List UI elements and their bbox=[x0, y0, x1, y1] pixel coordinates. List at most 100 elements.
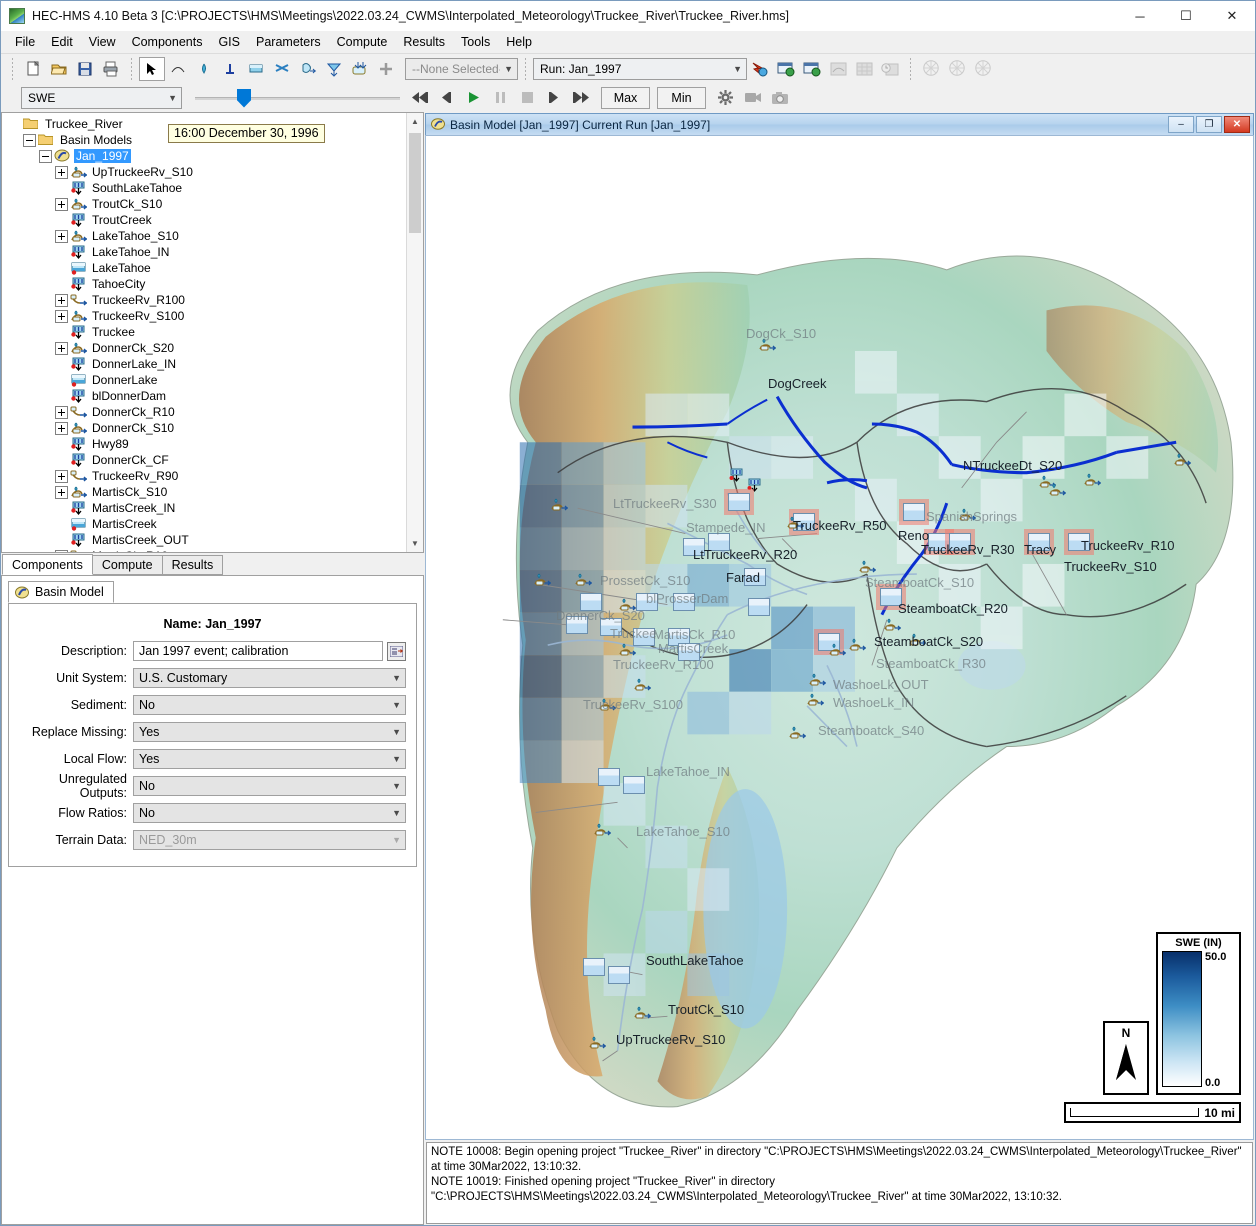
map-subbasin-icon[interactable] bbox=[533, 573, 552, 590]
sink-icon[interactable] bbox=[321, 57, 347, 81]
map-subbasin-icon[interactable] bbox=[618, 643, 637, 660]
tree-item-truckee[interactable]: Truckee bbox=[6, 324, 406, 340]
map-subbasin-icon[interactable] bbox=[574, 573, 593, 590]
collapse-toggle-icon[interactable] bbox=[23, 133, 36, 147]
tree-item-martiscreek-in[interactable]: MartisCreek_IN bbox=[6, 500, 406, 516]
run-select-combo[interactable]: Run: Jan_1997 ▼ bbox=[533, 57, 747, 80]
field-select-local-flow[interactable]: Yes ▼ bbox=[133, 749, 406, 769]
map-reservoir-icon[interactable] bbox=[623, 776, 645, 794]
map-reservoir-icon[interactable] bbox=[744, 568, 766, 586]
save-project-icon[interactable] bbox=[72, 57, 98, 81]
map-reservoir-icon[interactable] bbox=[598, 768, 620, 786]
time-slider[interactable] bbox=[195, 86, 400, 110]
min-button[interactable]: Min bbox=[657, 86, 706, 109]
tree-item-truckeerv-r90[interactable]: TruckeeRv_R90 bbox=[6, 468, 406, 484]
subbasin-icon[interactable] bbox=[165, 57, 191, 81]
tree-item-truckeerv-s100[interactable]: TruckeeRv_S100 bbox=[6, 308, 406, 324]
map-reservoir-icon[interactable] bbox=[880, 588, 902, 606]
map-subbasin-icon[interactable] bbox=[1173, 453, 1192, 470]
map-subbasin-icon[interactable] bbox=[806, 693, 825, 710]
map-reservoir-icon[interactable] bbox=[903, 503, 925, 521]
expand-toggle-icon[interactable] bbox=[55, 165, 68, 179]
map-subbasin-icon[interactable] bbox=[808, 673, 827, 690]
tree-item-truckeerv-r100[interactable]: TruckeeRv_R100 bbox=[6, 292, 406, 308]
map-subbasin-icon[interactable] bbox=[588, 1036, 607, 1053]
map-subbasin-icon[interactable] bbox=[598, 698, 617, 715]
map-minimize-button[interactable]: – bbox=[1168, 116, 1194, 133]
layer-select-combo[interactable]: SWE ▼ bbox=[21, 86, 182, 109]
expand-toggle-icon[interactable] bbox=[55, 421, 68, 435]
settings-gear-icon[interactable] bbox=[712, 86, 739, 110]
reservoir-icon[interactable] bbox=[243, 57, 269, 81]
tree-item-donnerck-s20[interactable]: DonnerCk_S20 bbox=[6, 340, 406, 356]
menu-item-tools[interactable]: Tools bbox=[453, 32, 498, 52]
basin-map-canvas[interactable]: DogCk_S10 LtTruckeeRv_S30 DogCreek NTruckee… bbox=[425, 135, 1254, 1140]
scroll-down-arrow[interactable]: ▼ bbox=[407, 535, 423, 552]
map-subbasin-icon[interactable] bbox=[908, 633, 927, 650]
max-button[interactable]: Max bbox=[601, 86, 650, 109]
screenshot-camera-icon[interactable] bbox=[766, 86, 793, 110]
field-select-unit-system[interactable]: U.S. Customary ▼ bbox=[133, 668, 406, 688]
maximize-button[interactable]: ☐ bbox=[1163, 1, 1209, 31]
map-subbasin-icon[interactable] bbox=[786, 516, 805, 533]
field-select-replace-missing[interactable]: Yes ▼ bbox=[133, 722, 406, 742]
tree-item-donnerck-cf[interactable]: DonnerCk_CF bbox=[6, 452, 406, 468]
compute-run-icon[interactable] bbox=[747, 57, 773, 81]
tree-item-laketahoe-s10[interactable]: LakeTahoe_S10 bbox=[6, 228, 406, 244]
tree-item-uptruckeerv-s10[interactable]: UpTruckeeRv_S10 bbox=[6, 164, 406, 180]
map-reservoir-icon[interactable] bbox=[748, 598, 770, 616]
expand-toggle-icon[interactable] bbox=[55, 309, 68, 323]
print-icon[interactable] bbox=[98, 57, 124, 81]
expand-toggle-icon[interactable] bbox=[55, 469, 68, 483]
menu-item-view[interactable]: View bbox=[81, 32, 124, 52]
map-subbasin-icon[interactable] bbox=[858, 560, 877, 577]
time-series-icon[interactable] bbox=[799, 57, 825, 81]
menu-item-file[interactable]: File bbox=[7, 32, 43, 52]
tab-basin-model[interactable]: Basin Model bbox=[8, 581, 114, 603]
tab-components[interactable]: Components bbox=[2, 554, 93, 575]
map-subbasin-icon[interactable] bbox=[1048, 483, 1067, 500]
junction-icon[interactable] bbox=[217, 57, 243, 81]
menu-item-results[interactable]: Results bbox=[395, 32, 453, 52]
map-reservoir-icon[interactable] bbox=[928, 533, 950, 551]
map-subbasin-icon[interactable] bbox=[633, 678, 652, 695]
expand-toggle-icon[interactable] bbox=[55, 405, 68, 419]
expand-toggle-icon[interactable] bbox=[55, 293, 68, 307]
collapse-toggle-icon[interactable] bbox=[39, 149, 52, 163]
source-icon[interactable] bbox=[295, 57, 321, 81]
graph-icon[interactable] bbox=[825, 57, 851, 81]
new-project-icon[interactable] bbox=[20, 57, 46, 81]
map-subbasin-icon[interactable] bbox=[788, 726, 807, 743]
expand-toggle-icon[interactable] bbox=[55, 229, 68, 243]
tab-results[interactable]: Results bbox=[161, 555, 224, 575]
tree-scrollbar[interactable]: ▲ ▼ bbox=[406, 113, 423, 552]
tree-item-donnerlake-in[interactable]: DonnerLake_IN bbox=[6, 356, 406, 372]
menu-item-edit[interactable]: Edit bbox=[43, 32, 81, 52]
map-reservoir-icon[interactable] bbox=[949, 533, 971, 551]
skip-start-icon[interactable] bbox=[406, 86, 433, 110]
scroll-up-arrow[interactable]: ▲ bbox=[407, 113, 423, 130]
tree-item-laketahoe-in[interactable]: LakeTahoe_IN bbox=[6, 244, 406, 260]
tree-item-martisck-r10[interactable]: MartisCk_R10 bbox=[6, 548, 406, 552]
minimize-button[interactable]: ─ bbox=[1117, 1, 1163, 31]
menu-item-compute[interactable]: Compute bbox=[329, 32, 396, 52]
field-input-description[interactable]: Jan 1997 event; calibration bbox=[133, 641, 383, 661]
map-reservoir-icon[interactable] bbox=[636, 593, 658, 611]
map-restore-button[interactable]: ❐ bbox=[1196, 116, 1222, 133]
tab-compute[interactable]: Compute bbox=[91, 555, 163, 575]
tree-item-martiscreek-out[interactable]: MartisCreek_OUT bbox=[6, 532, 406, 548]
map-subbasin-icon[interactable] bbox=[883, 618, 902, 635]
map-reservoir-icon[interactable] bbox=[683, 538, 705, 556]
table-icon[interactable] bbox=[851, 57, 877, 81]
grid1-icon[interactable] bbox=[918, 57, 944, 81]
map-reservoir-icon[interactable] bbox=[708, 533, 730, 551]
tree-item-donnerlake[interactable]: DonnerLake bbox=[6, 372, 406, 388]
menu-item-components[interactable]: Components bbox=[124, 32, 211, 52]
tree-item-troutcreek[interactable]: TroutCreek bbox=[6, 212, 406, 228]
map-subbasin-icon[interactable] bbox=[758, 338, 777, 355]
map-subbasin-icon[interactable] bbox=[593, 823, 612, 840]
map-reservoir-icon[interactable] bbox=[728, 493, 750, 511]
tree-item-southlaketahoe[interactable]: SouthLakeTahoe bbox=[6, 180, 406, 196]
play-icon[interactable] bbox=[460, 86, 487, 110]
map-reservoir-icon[interactable] bbox=[566, 616, 588, 634]
